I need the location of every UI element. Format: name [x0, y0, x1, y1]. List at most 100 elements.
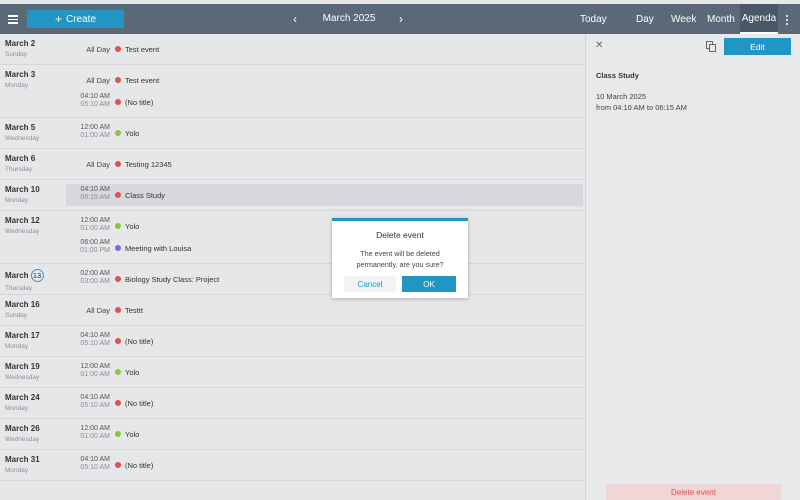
event-row[interactable]: 04:10 AM 05:10 AM (No title) [66, 330, 583, 352]
day-date-text: March 24 [5, 393, 40, 402]
event-title: Class Study [125, 191, 166, 200]
event-color-dot [115, 245, 121, 251]
event-start-time: 04:10 AM [80, 394, 110, 401]
chevron-left-icon[interactable]: ‹ [289, 12, 301, 26]
day-group: March 12 Wednesday 12:00 AM 01:00 AM Yolo 06:… [0, 211, 584, 264]
hamburger-menu-icon[interactable] [4, 10, 22, 28]
view-week-button[interactable]: Week [671, 4, 696, 34]
event-row[interactable]: 04:10 AM 05:10 AM (No title) [66, 454, 583, 476]
day-weekday: Thursday [5, 166, 33, 173]
event-detail-time-range: from 04:10 AM to 06:15 AM [596, 103, 687, 112]
event-row[interactable]: All Day Test event [66, 38, 583, 60]
day-date: March 31 [5, 455, 40, 464]
day-weekday: Sunday [5, 51, 28, 58]
event-all-day: All Day [86, 160, 110, 169]
event-title: Testing 12345 [125, 160, 172, 169]
agenda-list: March 2 Sunday All Day Test event March 3 Mon… [0, 34, 584, 500]
day-label: March 31 Monday [5, 455, 40, 474]
create-button[interactable]: + Create [27, 10, 124, 28]
delete-event-button[interactable]: Delete event [606, 484, 781, 500]
day-date-text: March 5 [5, 123, 36, 132]
day-date: March 5 [5, 123, 39, 132]
day-group: March 2 Sunday All Day Test event [0, 34, 584, 65]
event-start-time: 04:10 AM [80, 186, 110, 193]
event-start-time: 04:10 AM [80, 93, 110, 100]
day-group: March 10 Monday 04:10 AM 06:15 AM Class Stud… [0, 180, 584, 211]
event-color-dot [115, 161, 121, 167]
more-vertical-icon[interactable] [780, 10, 794, 28]
day-group: March 6 Thursday All Day Testing 12345 [0, 149, 584, 180]
event-start-time: 04:10 AM [80, 332, 110, 339]
event-all-day: All Day [86, 306, 110, 315]
close-icon[interactable]: ✕ [595, 40, 603, 52]
event-row[interactable]: 06:00 AM 01:00 PM Meeting with Louisa [66, 237, 583, 259]
chevron-right-icon[interactable]: › [395, 12, 407, 26]
event-row[interactable]: All Day Testtt [66, 299, 583, 321]
event-time: 12:00 AM 01:00 AM [66, 215, 110, 232]
event-time: 04:10 AM 05:10 AM [66, 392, 110, 409]
event-row[interactable]: 12:00 AM 01:00 AM Yolo [66, 361, 583, 383]
view-month-button[interactable]: Month [707, 4, 735, 34]
event-title: Yolo [125, 222, 140, 231]
event-color-dot [115, 276, 121, 282]
event-row[interactable]: 12:00 AM 01:00 AM Yolo [66, 122, 583, 144]
event-title: Meeting with Louisa [125, 244, 192, 253]
day-group: March 13 Thursday 02:00 AM 03:00 AM Biology S… [0, 264, 584, 295]
day-date: March 26 [5, 424, 40, 433]
event-row[interactable]: All Day Test event [66, 69, 583, 91]
event-end-time: 01:00 PM [80, 247, 110, 254]
day-weekday: Monday [5, 405, 29, 412]
event-end-time: 05:10 AM [80, 402, 110, 409]
event-all-day: All Day [86, 45, 110, 54]
event-color-dot [115, 307, 121, 313]
day-group: March 26 Wednesday 12:00 AM 01:00 AM Yolo [0, 419, 584, 450]
event-color-dot [115, 338, 121, 344]
event-row[interactable]: All Day Testing 12345 [66, 153, 583, 175]
day-date-text: March 2 [5, 39, 36, 48]
event-color-dot [115, 400, 121, 406]
day-weekday: Monday [5, 467, 29, 474]
event-title: Test event [125, 76, 160, 85]
event-row[interactable]: 02:00 AM 03:00 AM Biology Study Class: Pro… [66, 268, 583, 290]
dialog-message: The event will be deleted permanently, a… [356, 249, 444, 269]
edit-button[interactable]: Edit [724, 38, 791, 55]
event-title: Test event [125, 45, 160, 54]
event-end-time: 01:00 AM [80, 433, 110, 440]
event-row[interactable]: 04:10 AM 05:10 AM (No title) [66, 392, 583, 414]
event-title: (No title) [125, 461, 154, 470]
day-label: March 26 Wednesday [5, 424, 40, 443]
day-date-text: March 6 [5, 154, 36, 163]
event-title: Testtt [125, 306, 143, 315]
day-date-text: March 12 [5, 216, 40, 225]
day-weekday: Wednesday [5, 374, 40, 381]
day-group: March 31 Monday 04:10 AM 05:10 AM (No title) [0, 450, 584, 481]
day-date: March 10 [5, 185, 40, 194]
event-end-time: 05:10 AM [80, 340, 110, 347]
event-row[interactable]: 04:10 AM 06:15 AM Class Study [66, 184, 583, 206]
copy-icon[interactable] [706, 41, 716, 52]
month-title: March 2025 [322, 13, 376, 24]
event-row[interactable]: 04:10 AM 05:10 AM (No title) [66, 91, 583, 113]
day-date: March 16 [5, 300, 40, 309]
event-start-time: 04:10 AM [80, 456, 110, 463]
event-title: (No title) [125, 399, 154, 408]
event-time: 12:00 AM 01:00 AM [66, 122, 110, 139]
event-row[interactable]: 12:00 AM 01:00 AM Yolo [66, 215, 583, 237]
plus-icon: + [54, 12, 62, 26]
event-time: 04:10 AM 05:10 AM [66, 330, 110, 347]
day-date: March 12 [5, 216, 40, 225]
day-weekday: Thursday [5, 285, 33, 292]
view-day-button[interactable]: Day [636, 4, 654, 34]
ok-button[interactable]: OK [402, 276, 456, 292]
top-bar: + Create ‹ March 2025 › Today Day Week M… [0, 4, 800, 34]
event-time: 12:00 AM 01:00 AM [66, 361, 110, 378]
event-start-time: 12:00 AM [80, 217, 110, 224]
event-time: 12:00 AM 01:00 AM [66, 423, 110, 440]
event-color-dot [115, 77, 121, 83]
event-color-dot [115, 431, 121, 437]
event-color-dot [115, 192, 121, 198]
view-agenda-button[interactable]: Agenda [740, 4, 778, 34]
event-row[interactable]: 12:00 AM 01:00 AM Yolo [66, 423, 583, 445]
today-button[interactable]: Today [580, 4, 607, 34]
cancel-button[interactable]: Cancel [344, 276, 396, 292]
